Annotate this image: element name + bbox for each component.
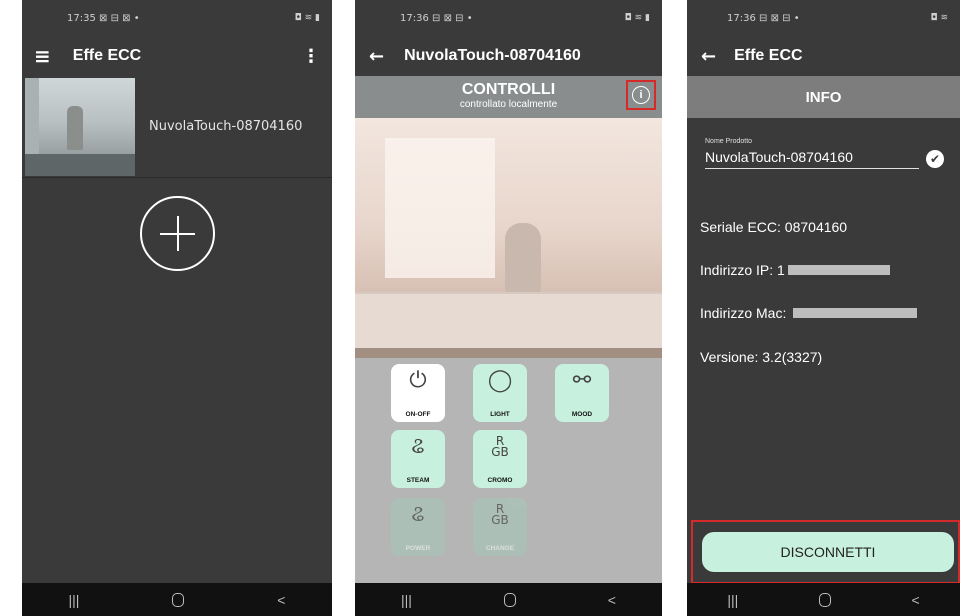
home-button[interactable] bbox=[172, 592, 185, 607]
control-label: CHANGE bbox=[485, 545, 515, 552]
redacted-bar bbox=[793, 308, 918, 318]
on-off-button[interactable]: ⏻ ON-OFF bbox=[391, 364, 445, 422]
ip-address-value: 1 bbox=[777, 262, 785, 278]
device-title: NuvolaTouch-08704160 bbox=[404, 47, 581, 64]
status-time: 17:36 ⊟ ⊠ ⊟ • bbox=[400, 12, 473, 24]
product-name-field: Nome Prodotto NuvolaTouch-08704160 ✔ bbox=[687, 118, 960, 169]
control-label: CROMO bbox=[487, 477, 513, 484]
ip-address-row: Indirizzo IP: 1 bbox=[700, 262, 890, 278]
status-icons: ◘ ≋ ▮ bbox=[294, 13, 320, 23]
status-time: 17:35 ⊠ ⊟ ⊠ • bbox=[67, 12, 140, 24]
status-icons: ◘ ≋ bbox=[930, 13, 948, 23]
steam-icon: ଌ bbox=[411, 434, 425, 459]
disconnect-highlight: DISCONNETTI bbox=[691, 520, 960, 584]
status-bar: 17:36 ⊟ ⊠ ⊟ • ◘ ≋ bbox=[687, 0, 960, 36]
system-nav-bar: ||| < bbox=[22, 583, 332, 616]
steam-icon: ଌ bbox=[411, 502, 425, 527]
home-button[interactable] bbox=[818, 592, 831, 607]
recent-apps-button[interactable]: ||| bbox=[68, 592, 79, 608]
product-name-label: Nome Prodotto bbox=[705, 138, 753, 145]
app-title: Effe ECC bbox=[72, 47, 142, 64]
status-time: 17:36 ⊟ ⊠ ⊟ • bbox=[727, 12, 800, 24]
control-grid: ⏻ ON-OFF ◯ LIGHT ⚯ MOOD ଌ STEAM R GB CRO… bbox=[355, 358, 662, 611]
back-button[interactable]: < bbox=[608, 592, 616, 608]
phone-screen-controls: 17:36 ⊟ ⊠ ⊟ • ◘ ≋ ▮ ← NuvolaTouch-087041… bbox=[355, 0, 662, 616]
mood-circles-icon: ⚯ bbox=[572, 368, 592, 393]
back-button[interactable]: < bbox=[911, 592, 919, 608]
shower-photo bbox=[355, 118, 662, 358]
home-button[interactable] bbox=[503, 592, 516, 607]
change-button[interactable]: R GB CHANGE bbox=[473, 498, 527, 556]
device-list-item[interactable]: NuvolaTouch-08704160 bbox=[22, 76, 332, 178]
device-name: NuvolaTouch-08704160 bbox=[149, 119, 303, 134]
control-label: ON-OFF bbox=[405, 411, 431, 418]
recent-apps-button[interactable]: ||| bbox=[401, 592, 412, 608]
add-device-button[interactable] bbox=[140, 196, 215, 271]
cromo-button[interactable]: R GB CROMO bbox=[473, 430, 527, 488]
system-nav-bar: ||| < bbox=[355, 583, 662, 616]
power-icon: ⏻ bbox=[409, 368, 427, 393]
light-button[interactable]: ◯ LIGHT bbox=[473, 364, 527, 422]
rgb-icon: R GB bbox=[491, 502, 509, 527]
phone-screen-device-list: 17:35 ⊠ ⊟ ⊠ • ◘ ≋ ▮ ≡ Effe ECC ⋮ NuvolaT… bbox=[22, 0, 332, 616]
app-bar: ← Effe ECC bbox=[687, 36, 960, 76]
info-icon[interactable]: i bbox=[632, 86, 650, 104]
control-label: POWER bbox=[405, 545, 431, 552]
version-text: Versione: 3.2(3327) bbox=[700, 349, 823, 365]
mac-address-label: Indirizzo Mac: bbox=[700, 305, 791, 321]
control-label: LIGHT bbox=[490, 411, 510, 418]
steam-button[interactable]: ଌ STEAM bbox=[391, 430, 445, 488]
device-thumbnail bbox=[25, 77, 135, 176]
power-button[interactable]: ଌ POWER bbox=[391, 498, 445, 556]
recent-apps-button[interactable]: ||| bbox=[727, 592, 738, 608]
check-icon[interactable]: ✔ bbox=[926, 150, 944, 168]
back-arrow-icon[interactable]: ← bbox=[701, 46, 716, 67]
status-icons: ◘ ≋ ▮ bbox=[624, 13, 650, 23]
more-options-icon[interactable]: ⋮ bbox=[302, 46, 320, 67]
mood-button[interactable]: ⚯ MOOD bbox=[555, 364, 609, 422]
rgb-icon: R GB bbox=[491, 434, 509, 459]
serial-text: Seriale ECC: 08704160 bbox=[700, 219, 848, 235]
status-bar: 17:36 ⊟ ⊠ ⊟ • ◘ ≋ ▮ bbox=[355, 0, 662, 36]
controls-subtitle: controllato localmente bbox=[459, 99, 558, 110]
controls-header: CONTROLLI controllato localmente i bbox=[355, 76, 662, 118]
product-name-input[interactable]: NuvolaTouch-08704160 bbox=[705, 149, 919, 169]
info-button-highlight[interactable]: i bbox=[626, 80, 656, 110]
menu-icon[interactable]: ≡ bbox=[34, 44, 51, 68]
controls-title: CONTROLLI bbox=[461, 81, 556, 98]
lightbulb-icon: ◯ bbox=[487, 368, 513, 393]
mac-address-row: Indirizzo Mac: bbox=[700, 305, 918, 321]
info-header: INFO bbox=[687, 76, 960, 118]
redacted-bar bbox=[787, 265, 890, 275]
control-label: MOOD bbox=[571, 411, 593, 418]
back-button[interactable]: < bbox=[277, 592, 285, 608]
app-bar: ← NuvolaTouch-08704160 bbox=[355, 36, 662, 76]
disconnect-button[interactable]: DISCONNETTI bbox=[702, 532, 954, 572]
system-nav-bar: ||| < bbox=[687, 583, 960, 616]
control-label: STEAM bbox=[406, 477, 430, 484]
app-title: Effe ECC bbox=[734, 47, 803, 64]
ip-address-label: Indirizzo IP: bbox=[700, 262, 778, 278]
phone-screen-info: 17:36 ⊟ ⊠ ⊟ • ◘ ≋ ← Effe ECC INFO Nome P… bbox=[687, 0, 960, 616]
app-bar: ≡ Effe ECC ⋮ bbox=[22, 36, 332, 76]
status-bar: 17:35 ⊠ ⊟ ⊠ • ◘ ≋ ▮ bbox=[22, 0, 332, 36]
back-arrow-icon[interactable]: ← bbox=[369, 46, 384, 67]
